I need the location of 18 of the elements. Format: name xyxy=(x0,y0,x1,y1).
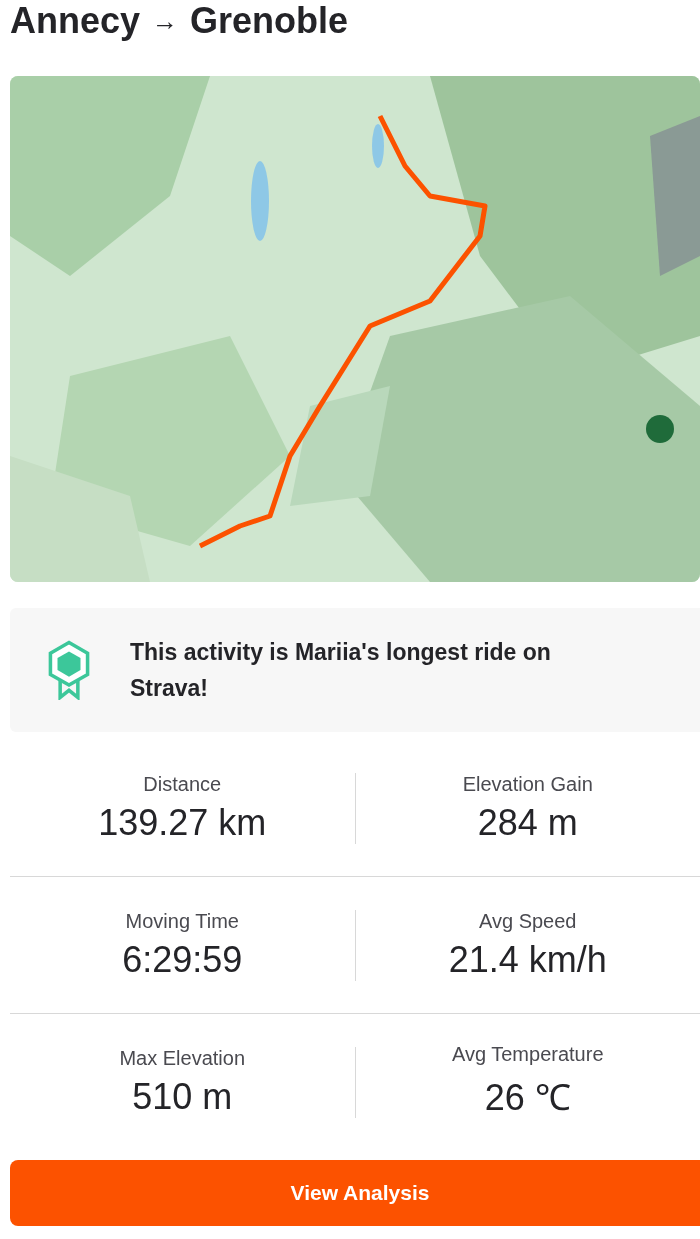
destination-title: Grenoble xyxy=(190,0,349,42)
arrow-icon: → xyxy=(152,5,179,37)
medal-icon xyxy=(46,640,92,700)
stat-label: Avg Speed xyxy=(479,909,577,933)
stat-value: 510 m xyxy=(132,1075,233,1118)
stat-label: Avg Temperature xyxy=(451,1043,604,1066)
stat-label: Elevation Gain xyxy=(462,772,593,796)
stat-label: Max Elevation xyxy=(119,1046,246,1070)
view-analysis-button[interactable]: View Analysis xyxy=(10,1160,700,1226)
origin-title: Annecy xyxy=(10,0,141,42)
stat-value: 21.4 km/h xyxy=(448,938,607,981)
achievement-text: This activity is Mariia's longest ride on Strava! xyxy=(130,638,552,703)
stat-value: 139.27 km xyxy=(98,801,267,844)
stat-value: 284 m xyxy=(477,801,578,844)
stat-label: Distance xyxy=(143,772,222,796)
stat-value: 26 ℃ xyxy=(484,1076,571,1120)
stat-value: 6:29:59 xyxy=(122,938,243,981)
stat-label: Moving Time xyxy=(125,909,239,933)
